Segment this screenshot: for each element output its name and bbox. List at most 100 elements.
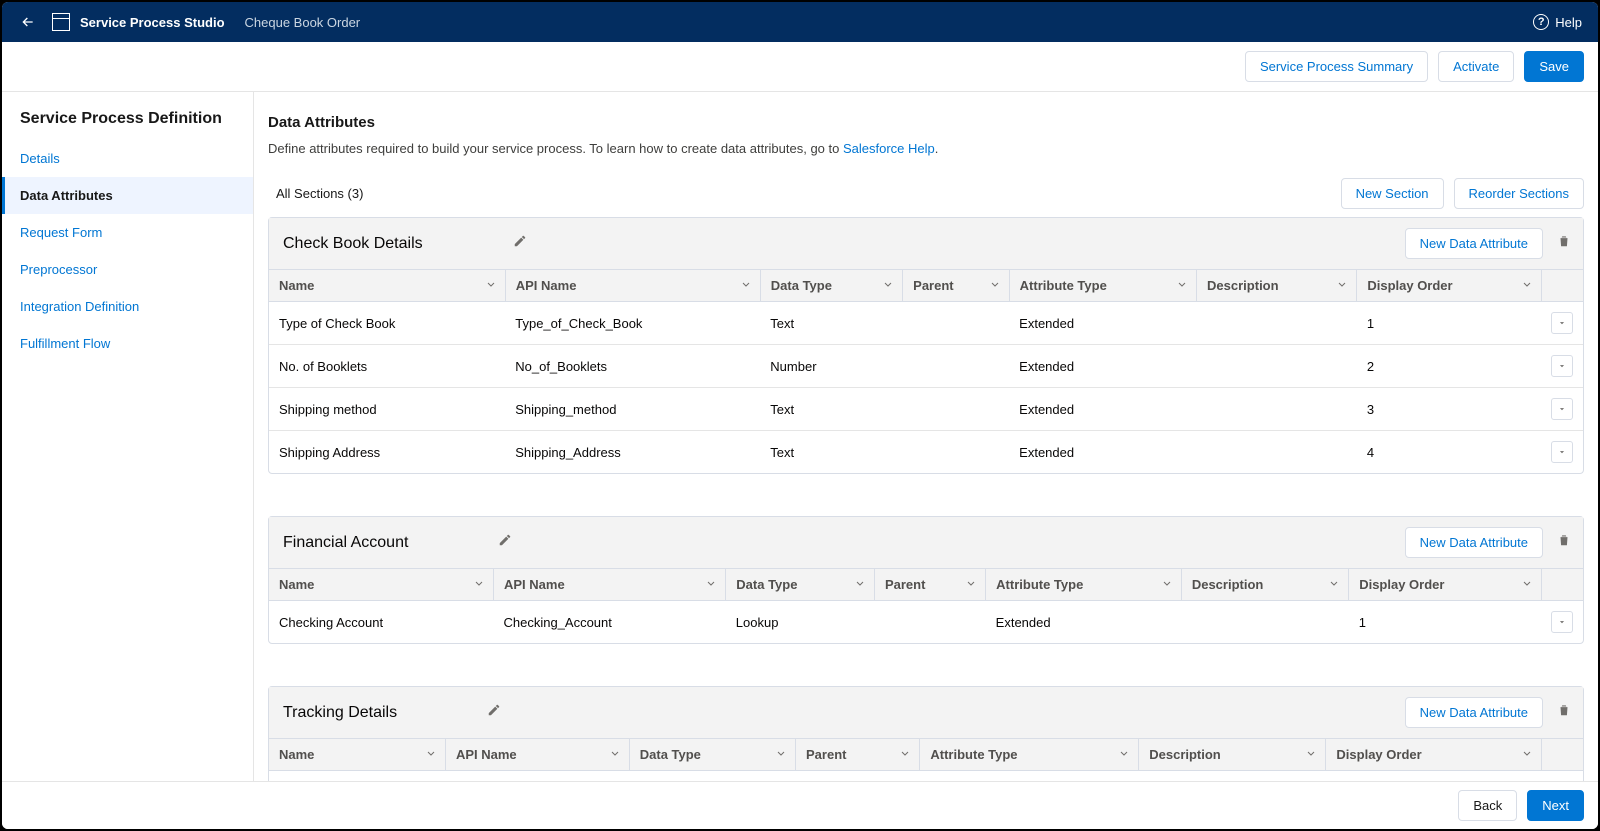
- sidebar-item-request-form[interactable]: Request Form: [2, 214, 253, 251]
- sidebar-item-preprocessor[interactable]: Preprocessor: [2, 251, 253, 288]
- sidebar-item-details[interactable]: Details: [2, 140, 253, 177]
- cell: [1197, 388, 1357, 431]
- cell: No_of_Booklets: [505, 345, 760, 388]
- sort-chevron-icon[interactable]: [899, 747, 911, 762]
- new-data-attribute-button[interactable]: New Data Attribute: [1405, 228, 1543, 259]
- row-actions-menu[interactable]: [1551, 398, 1573, 420]
- back-button[interactable]: Back: [1458, 790, 1517, 821]
- row-actions-menu[interactable]: [1551, 611, 1573, 633]
- column-header-attribute-type[interactable]: Attribute Type: [1009, 270, 1196, 302]
- column-header-description[interactable]: Description: [1197, 270, 1357, 302]
- column-header-attribute-type[interactable]: Attribute Type: [920, 739, 1139, 771]
- record-title: Cheque Book Order: [245, 15, 361, 30]
- column-header-api-name[interactable]: API Name: [493, 569, 725, 601]
- column-header-data-type[interactable]: Data Type: [629, 739, 795, 771]
- sort-chevron-icon[interactable]: [473, 577, 485, 592]
- edit-section-icon[interactable]: [498, 533, 512, 552]
- column-header-data-type[interactable]: Data Type: [726, 569, 875, 601]
- new-data-attribute-button[interactable]: New Data Attribute: [1405, 697, 1543, 728]
- activate-button[interactable]: Activate: [1438, 51, 1514, 82]
- sort-chevron-icon[interactable]: [485, 278, 497, 293]
- sort-chevron-icon[interactable]: [1161, 577, 1173, 592]
- sidebar-item-data-attributes[interactable]: Data Attributes: [2, 177, 253, 214]
- reorder-sections-button[interactable]: Reorder Sections: [1454, 178, 1584, 209]
- sort-chevron-icon[interactable]: [1118, 747, 1130, 762]
- cell: Lookup: [726, 601, 875, 644]
- sort-chevron-icon[interactable]: [705, 577, 717, 592]
- section-check-book-details: Check Book DetailsNew Data AttributeName…: [268, 217, 1584, 474]
- sort-chevron-icon[interactable]: [882, 278, 894, 293]
- sort-chevron-icon[interactable]: [775, 747, 787, 762]
- cell: No. of Booklets: [269, 345, 505, 388]
- cell: Extended: [986, 601, 1182, 644]
- column-header-description[interactable]: Description: [1139, 739, 1326, 771]
- cell: Text: [760, 431, 902, 474]
- sort-chevron-icon[interactable]: [609, 747, 621, 762]
- table-row: Shipping methodShipping_methodTextExtend…: [269, 388, 1583, 431]
- cell: Text: [760, 388, 902, 431]
- cell: 1: [1349, 601, 1541, 644]
- row-actions-menu[interactable]: [1551, 441, 1573, 463]
- sort-chevron-icon[interactable]: [740, 278, 752, 293]
- column-header-api-name[interactable]: API Name: [505, 270, 760, 302]
- sort-chevron-icon[interactable]: [425, 747, 437, 762]
- help-label: Help: [1555, 15, 1582, 30]
- back-arrow-button[interactable]: [18, 12, 38, 32]
- sort-chevron-icon[interactable]: [1305, 747, 1317, 762]
- column-header-name[interactable]: Name: [269, 569, 493, 601]
- delete-section-icon[interactable]: [1553, 699, 1575, 726]
- cell: Extended: [1009, 302, 1196, 345]
- column-header-display-order[interactable]: Display Order: [1326, 739, 1541, 771]
- sort-chevron-icon[interactable]: [854, 577, 866, 592]
- page-help-text: Define attributes required to build your…: [268, 141, 1584, 156]
- edit-section-icon[interactable]: [513, 234, 527, 253]
- all-sections-label: All Sections (3): [276, 186, 363, 201]
- new-data-attribute-button[interactable]: New Data Attribute: [1405, 527, 1543, 558]
- column-header-parent[interactable]: Parent: [796, 739, 920, 771]
- column-header-parent[interactable]: Parent: [874, 569, 985, 601]
- column-header-attribute-type[interactable]: Attribute Type: [986, 569, 1182, 601]
- delete-section-icon[interactable]: [1553, 230, 1575, 257]
- column-header-name[interactable]: Name: [269, 270, 505, 302]
- cell: Number: [760, 345, 902, 388]
- edit-section-icon[interactable]: [487, 703, 501, 722]
- column-header-description[interactable]: Description: [1181, 569, 1348, 601]
- sidebar-nav: Service Process Definition DetailsData A…: [2, 92, 254, 829]
- column-header-parent[interactable]: Parent: [903, 270, 1010, 302]
- sort-chevron-icon[interactable]: [1176, 278, 1188, 293]
- column-header-display-order[interactable]: Display Order: [1349, 569, 1541, 601]
- column-header-data-type[interactable]: Data Type: [760, 270, 902, 302]
- sidebar-item-fulfillment-flow[interactable]: Fulfillment Flow: [2, 325, 253, 362]
- sort-chevron-icon[interactable]: [1521, 747, 1533, 762]
- sidebar-item-integration-definition[interactable]: Integration Definition: [2, 288, 253, 325]
- sort-chevron-icon[interactable]: [965, 577, 977, 592]
- row-actions-menu[interactable]: [1551, 312, 1573, 334]
- salesforce-help-link[interactable]: Salesforce Help: [843, 141, 935, 156]
- next-button[interactable]: Next: [1527, 790, 1584, 821]
- new-section-button[interactable]: New Section: [1341, 178, 1444, 209]
- cell: [874, 601, 985, 644]
- table-row: Type of Check BookType_of_Check_BookText…: [269, 302, 1583, 345]
- cell: [903, 345, 1010, 388]
- cell: [1197, 345, 1357, 388]
- sort-chevron-icon[interactable]: [1336, 278, 1348, 293]
- delete-section-icon[interactable]: [1553, 529, 1575, 556]
- sort-chevron-icon[interactable]: [1521, 278, 1533, 293]
- row-actions-menu[interactable]: [1551, 355, 1573, 377]
- column-header-api-name[interactable]: API Name: [445, 739, 629, 771]
- column-header-display-order[interactable]: Display Order: [1357, 270, 1541, 302]
- table-row: Shipping AddressShipping_AddressTextExte…: [269, 431, 1583, 474]
- sort-chevron-icon[interactable]: [989, 278, 1001, 293]
- help-link[interactable]: ? Help: [1533, 14, 1582, 30]
- sort-chevron-icon[interactable]: [1521, 577, 1533, 592]
- sort-chevron-icon[interactable]: [1328, 577, 1340, 592]
- cell: [903, 431, 1010, 474]
- cell: Type of Check Book: [269, 302, 505, 345]
- cell: Shipping_method: [505, 388, 760, 431]
- save-button[interactable]: Save: [1524, 51, 1584, 82]
- cell: Shipping method: [269, 388, 505, 431]
- column-header-name[interactable]: Name: [269, 739, 445, 771]
- cell: Type_of_Check_Book: [505, 302, 760, 345]
- service-process-summary-button[interactable]: Service Process Summary: [1245, 51, 1428, 82]
- app-icon: [52, 13, 70, 31]
